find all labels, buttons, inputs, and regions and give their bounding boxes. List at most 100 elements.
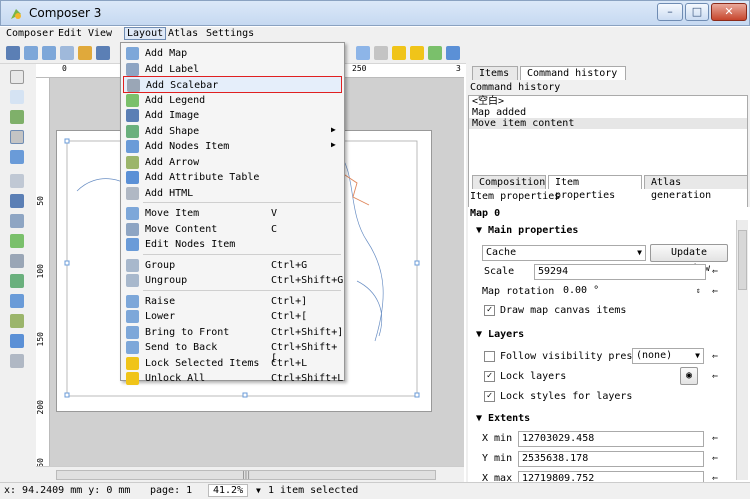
menu-settings[interactable]: Settings [204,28,256,39]
add-nodes-tool-icon[interactable] [10,294,24,308]
composer-manager-icon[interactable] [60,46,74,60]
duplicate-icon[interactable] [42,46,56,60]
menu-item-raise[interactable]: Raise Ctrl+] [123,293,342,310]
select-all-icon[interactable] [374,46,388,60]
layer-preset-icon[interactable]: ◉ [680,367,698,385]
minimize-icon[interactable]: – [657,3,683,21]
add-image-tool-icon[interactable] [10,194,24,208]
spinbox-arrows-icon[interactable]: ⇕ [696,286,701,295]
add-arrow-tool-icon[interactable] [10,314,24,328]
menu-item-label: Add Arrow [145,156,200,168]
menu-item-add-map[interactable]: Add Map [123,45,342,62]
menu-item-send-to-back[interactable]: Send to Back Ctrl+Shift+[ [123,339,342,364]
add-table-tool-icon[interactable] [10,334,24,348]
data-defined-icon[interactable]: ⇐ [712,473,718,482]
update-preview-button[interactable]: Update preview [650,244,728,274]
pan-icon[interactable] [10,70,24,84]
zoom-field[interactable]: 41.2% [208,484,249,497]
zoom-full-icon[interactable] [356,46,370,60]
add-scalebar-tool-icon[interactable] [10,254,24,268]
raise-items-icon[interactable] [428,46,442,60]
menu-item-edit-nodes-item[interactable]: Edit Nodes Item [123,236,342,253]
menu-item-unlock-all[interactable]: Unlock All Ctrl+Shift+L [123,370,343,387]
data-defined-icon[interactable]: ⇐ [712,453,718,464]
data-defined-icon[interactable]: ⇐ [712,433,718,444]
add-shape-tool-icon[interactable] [10,274,24,288]
extents-header[interactable]: ▼ Extents [476,413,530,424]
menu-item-add-arrow[interactable]: Add Arrow [123,154,342,171]
lock-styles-checkbox[interactable]: ✓ [484,391,495,402]
window-title: Composer 3 [29,6,102,20]
menu-item-add-nodes-item[interactable]: Add Nodes Item ▶ [123,138,342,155]
chevron-down-icon[interactable]: ▼ [256,486,261,495]
add-map-tool-icon[interactable] [10,174,24,188]
data-defined-icon[interactable]: ⇐ [712,286,718,297]
lock-layers-checkbox[interactable]: ✓ [484,371,495,382]
menu-layout[interactable]: Layout [124,27,167,40]
menu-item-ungroup[interactable]: Ungroup Ctrl+Shift+G [123,272,343,289]
move-content-tool-icon[interactable] [10,130,24,144]
data-defined-icon[interactable]: ⇐ [712,266,718,277]
scrollbar-thumb[interactable] [738,230,747,290]
tab-command-history[interactable]: Command history [520,66,626,80]
scrollbar-thumb[interactable]: ||| [56,470,436,480]
menu-item-shortcut: C [271,223,278,235]
menu-item-add-scalebar[interactable]: Add Scalebar [123,76,342,93]
main-properties-header[interactable]: ▼ Main properties [476,225,578,236]
tab-atlas-generation[interactable]: Atlas generation [644,175,748,201]
new-composer-icon[interactable] [24,46,38,60]
menu-item-move-content[interactable]: Move Content C [123,221,342,238]
layers-header[interactable]: ▼ Layers [476,329,524,340]
tab-items[interactable]: Items [472,66,518,80]
horizontal-scrollbar[interactable]: ||| [36,466,464,482]
menu-item-lower[interactable]: Lower Ctrl+[ [123,308,342,325]
menu-view[interactable]: View [86,28,114,39]
select-icon[interactable] [10,110,24,124]
menu-item-add-label[interactable]: Add Label [123,61,342,78]
cache-select[interactable]: Cache ▼ [482,245,646,261]
lock-icon [126,356,139,370]
open-template-icon[interactable] [78,46,92,60]
save-icon[interactable] [6,46,20,60]
rotation-field[interactable]: 0.00 ° [560,284,706,300]
scale-field[interactable]: 59294 [534,264,706,280]
align-icon[interactable] [446,46,460,60]
draw-canvas-checkbox[interactable]: ✓ [484,305,495,316]
data-defined-icon[interactable]: ⇐ [712,371,718,382]
menu-item-bring-to-front[interactable]: Bring to Front Ctrl+Shift+] [123,324,343,341]
menu-item-group[interactable]: Group Ctrl+G [123,257,342,274]
menu-item-move-item[interactable]: Move Item V [123,205,342,222]
add-legend-tool-icon[interactable] [10,234,24,248]
tab-composition[interactable]: Composition [472,175,546,189]
menu-item-add-legend[interactable]: Add Legend [123,92,342,109]
zoom-icon[interactable] [10,90,24,104]
menu-item-lock-selected-items[interactable]: Lock Selected Items Ctrl+L [123,355,342,372]
menu-composer[interactable]: Composer [4,28,56,39]
list-item[interactable]: Move item content [469,118,747,129]
list-item[interactable]: Map added [469,107,747,118]
save-template-icon[interactable] [96,46,110,60]
unlock-items-icon[interactable] [410,46,424,60]
lock-items-icon[interactable] [392,46,406,60]
menu-item-add-shape[interactable]: Add Shape ▶ [123,123,342,140]
menu-item-add-image[interactable]: Add Image [123,107,342,124]
xmax-field[interactable]: 12719809.752 [518,471,704,482]
close-icon[interactable]: ✕ [711,3,747,21]
tab-item-properties[interactable]: Item properties [548,175,642,201]
add-label-tool-icon[interactable] [10,214,24,228]
vertical-scrollbar[interactable] [736,220,748,480]
follow-preset-checkbox[interactable] [484,351,495,362]
menu-atlas[interactable]: Atlas [166,28,200,39]
xmin-field[interactable]: 12703029.458 [518,431,704,447]
add-html-tool-icon[interactable] [10,354,24,368]
edit-nodes-tool-icon[interactable] [10,150,24,164]
list-item[interactable]: <空白> [469,96,747,107]
menu-edit[interactable]: Edit [56,28,84,39]
menu-item-add-html[interactable]: Add HTML [123,185,342,202]
ymin-field[interactable]: 2535638.178 [518,451,704,467]
preset-select[interactable]: (none) ▼ [632,348,704,364]
menu-item-add-attribute-table[interactable]: Add Attribute Table [123,169,342,186]
maximize-icon[interactable]: □ [685,3,709,21]
page-indicator: page: 1 [150,485,193,496]
data-defined-icon[interactable]: ⇐ [712,351,718,362]
